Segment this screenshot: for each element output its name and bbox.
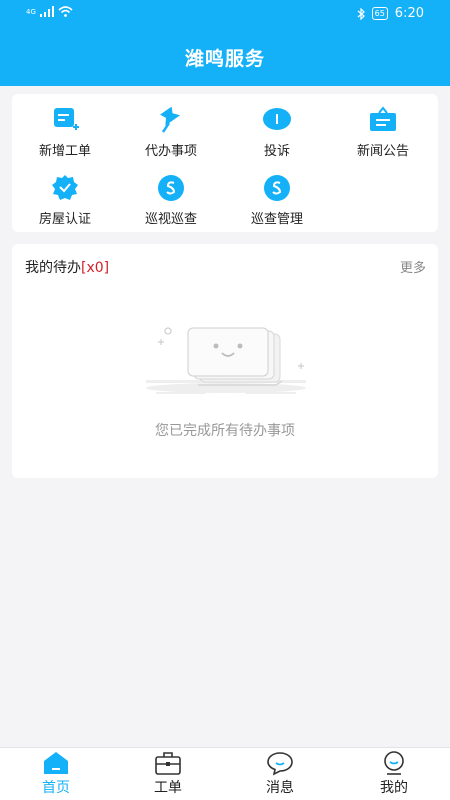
news-icon (370, 106, 396, 131)
tab-messages[interactable]: 消息 (224, 750, 336, 797)
page-title: 潍鸣服务 (184, 48, 265, 70)
signal-icon (39, 6, 54, 17)
tab-work-order[interactable]: 工单 (112, 750, 224, 797)
clock: 6:20 (394, 6, 424, 21)
grid-item-news[interactable]: 新闻公告 (330, 106, 436, 159)
wifi-icon (58, 6, 73, 17)
profile-icon (384, 751, 404, 775)
bottom-tab-bar: 首页 工单 消息 我的 (0, 747, 450, 800)
app-header: 4G 65 6:20 潍鸣服务 (0, 0, 450, 86)
grid-item-house-verify[interactable]: 房屋认证 (12, 174, 118, 227)
grid-item-new-order[interactable]: 新增工单 (12, 106, 118, 159)
grid-item-patrol[interactable]: 巡视巡查 (118, 174, 224, 227)
message-icon (267, 752, 293, 776)
function-grid: 新增工单 代办事项 投诉 新闻公告 房屋认证 巡视巡查 巡查管理 (12, 94, 438, 232)
status-bar: 4G 65 6:20 (0, 0, 450, 28)
grid-item-complaint[interactable]: 投诉 (224, 106, 330, 159)
battery-icon: 65 (371, 7, 388, 20)
home-icon (44, 752, 68, 774)
tab-home[interactable]: 首页 (0, 750, 112, 797)
empty-state-text: 您已完成所有待办事项 (155, 423, 295, 439)
todo-card: 我的待办[x0] 更多 您已完成所有待办事项 (12, 244, 438, 478)
grid-item-patrol-manage[interactable]: 巡查管理 (224, 174, 330, 227)
patrol-manage-icon (264, 175, 290, 201)
signal-label: 4G (26, 7, 36, 16)
todo-title: 我的待办[x0] (25, 260, 110, 276)
pin-icon (160, 106, 181, 133)
todo-count: [x0] (81, 260, 110, 276)
more-link[interactable]: 更多 (400, 257, 426, 276)
empty-illustration (146, 327, 306, 394)
house-verify-icon (52, 175, 78, 200)
tab-profile[interactable]: 我的 (338, 750, 450, 797)
complaint-icon (263, 108, 291, 130)
bluetooth-icon (357, 7, 365, 20)
briefcase-icon (155, 752, 181, 775)
new-order-icon (54, 108, 79, 130)
patrol-icon (158, 175, 184, 201)
grid-item-todo[interactable]: 代办事项 (118, 106, 224, 159)
